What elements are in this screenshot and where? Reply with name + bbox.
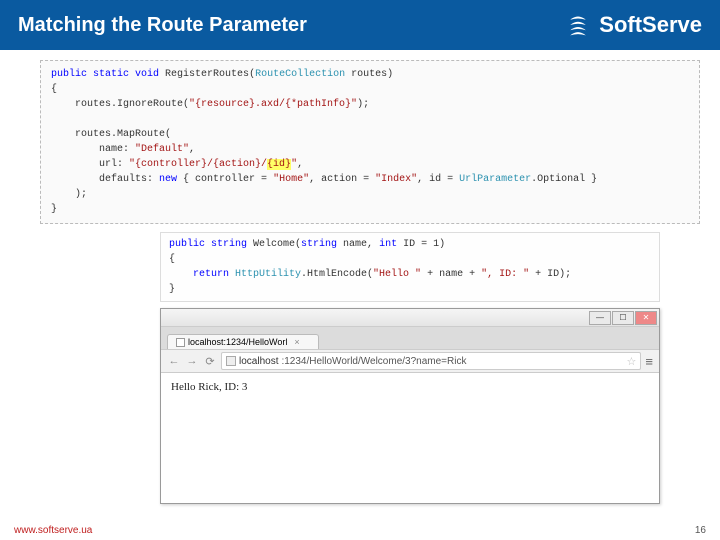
browser-window: — ☐ ✕ localhost:1234/HelloWorl × ← → ⟳ l…	[160, 308, 660, 504]
address-bar[interactable]: localhost:1234/HelloWorld/Welcome/3?name…	[221, 352, 641, 370]
menu-icon[interactable]: ≡	[645, 354, 653, 369]
address-bar-row: ← → ⟳ localhost:1234/HelloWorld/Welcome/…	[161, 349, 659, 373]
back-icon[interactable]: ←	[167, 354, 181, 368]
close-button[interactable]: ✕	[635, 311, 657, 325]
forward-icon[interactable]: →	[185, 354, 199, 368]
page-body: Hello Rick, ID: 3	[161, 373, 659, 503]
page-output-text: Hello Rick, ID: 3	[171, 381, 247, 393]
tab-bar: localhost:1234/HelloWorl ×	[161, 327, 659, 349]
brand-text: SoftServe	[599, 12, 702, 38]
maximize-button[interactable]: ☐	[612, 311, 634, 325]
site-icon	[226, 356, 236, 366]
bookmark-icon[interactable]: ☆	[627, 355, 637, 368]
minimize-button[interactable]: —	[589, 311, 611, 325]
url-host: localhost	[239, 356, 278, 367]
browser-tab[interactable]: localhost:1234/HelloWorl ×	[167, 334, 319, 349]
code-block-welcome: public string Welcome(string name, int I…	[160, 232, 660, 302]
tab-label: localhost:1234/HelloWorl	[188, 337, 287, 347]
brand-logo-icon	[565, 12, 591, 38]
reload-icon[interactable]: ⟳	[203, 354, 217, 368]
footer-url: www.softserve.ua	[14, 525, 92, 536]
code-block-register-routes: public static void RegisterRoutes(RouteC…	[40, 60, 700, 224]
slide-footer: www.softserve.ua 16	[0, 520, 720, 540]
url-path: :1234/HelloWorld/Welcome/3?name=Rick	[281, 356, 466, 367]
brand: SoftServe	[565, 12, 702, 38]
page-icon	[176, 338, 185, 347]
page-number: 16	[695, 525, 706, 536]
tab-close-icon[interactable]: ×	[294, 337, 299, 347]
slide-content: public static void RegisterRoutes(RouteC…	[0, 50, 720, 504]
slide-title: Matching the Route Parameter	[18, 14, 307, 37]
window-titlebar: — ☐ ✕	[161, 309, 659, 327]
slide-header: Matching the Route Parameter SoftServe	[0, 0, 720, 50]
